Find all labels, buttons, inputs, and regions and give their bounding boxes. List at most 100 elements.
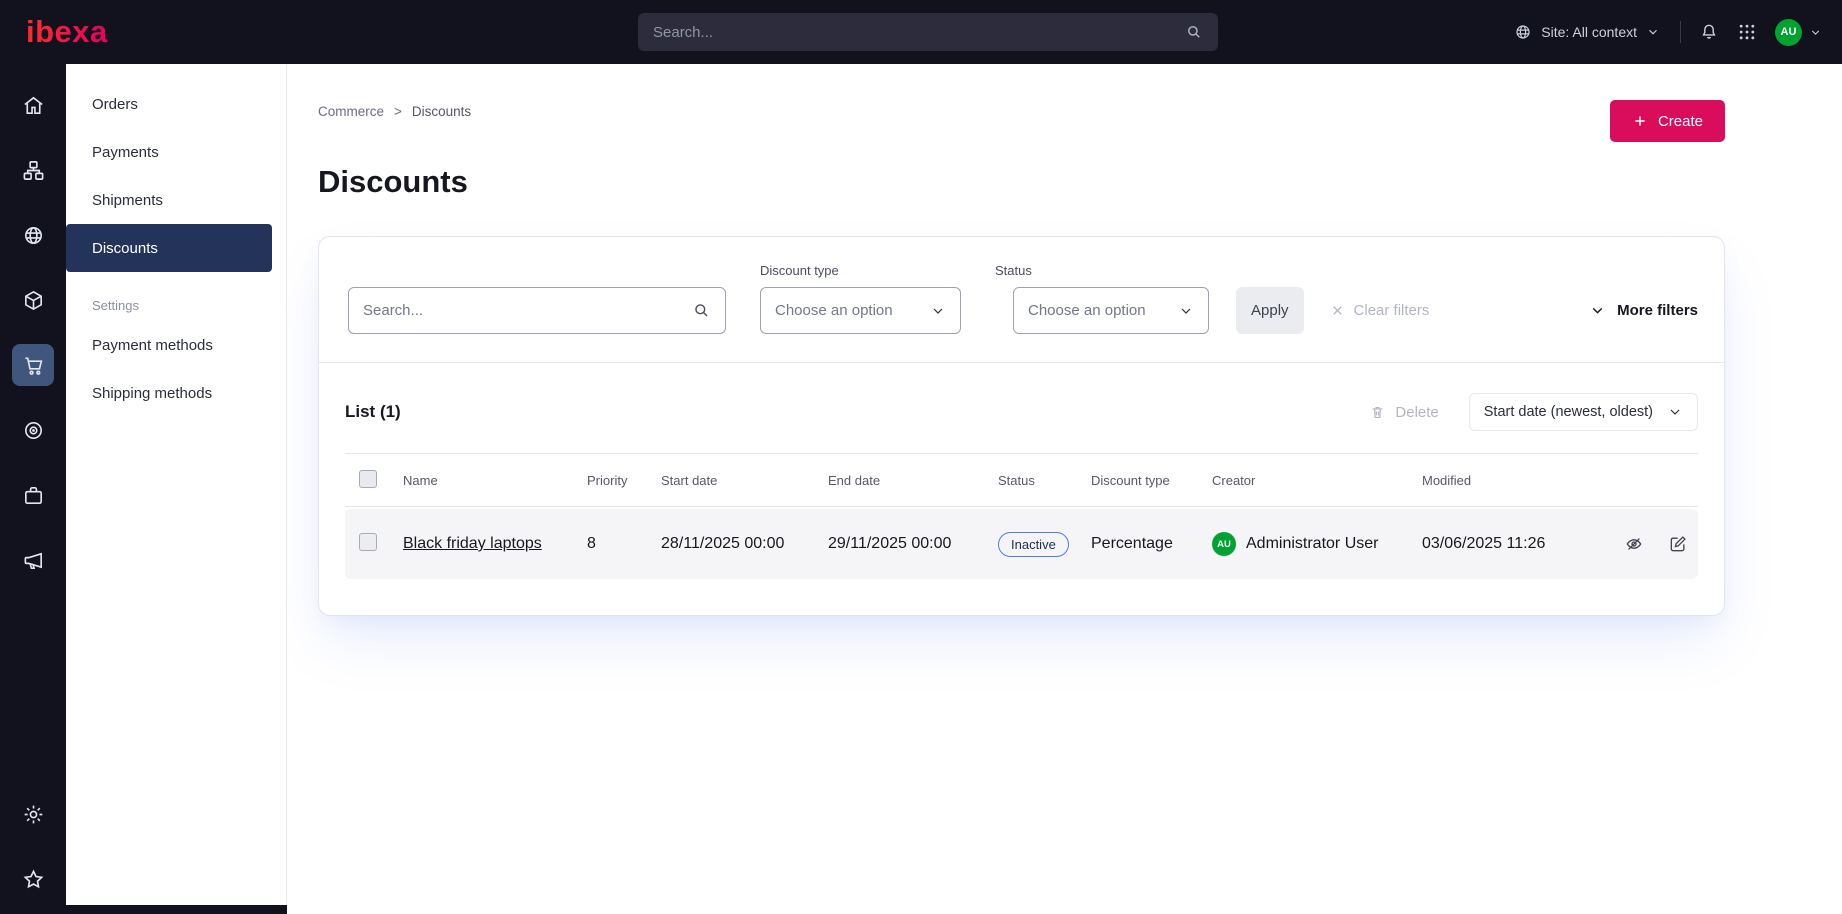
- chevron-down-icon: [1178, 303, 1194, 319]
- list-title: List (1): [345, 402, 401, 421]
- column-header-status: Status: [998, 472, 1035, 488]
- select-all-checkbox[interactable]: [359, 469, 377, 488]
- delete-button[interactable]: Delete: [1369, 403, 1439, 421]
- more-filters-label: More filters: [1617, 302, 1698, 319]
- notifications-bell-icon[interactable]: [1699, 22, 1719, 42]
- apps-grid-icon[interactable]: [1737, 22, 1757, 42]
- discount-type-label: Discount type: [760, 263, 839, 278]
- status-value: Choose an option: [1028, 302, 1146, 319]
- user-avatar: AU: [1775, 18, 1802, 46]
- plus-icon: [1632, 113, 1648, 129]
- breadcrumb-separator: >: [394, 104, 402, 119]
- column-header-discount-type: Discount type: [1091, 472, 1170, 488]
- ibexa-logo[interactable]: ibexa: [26, 14, 108, 50]
- sidebar-item-discounts[interactable]: Discounts: [66, 224, 272, 272]
- rail-item-site-structure-icon[interactable]: [12, 149, 54, 191]
- table-row: Black friday laptops 8 28/11/2025 00:00 …: [345, 509, 1698, 579]
- sidebar-item-payments[interactable]: Payments: [66, 128, 286, 176]
- discount-type-filter: Discount type Choose an option: [760, 263, 961, 334]
- clear-filters-label: Clear filters: [1353, 302, 1430, 319]
- icon-rail: [0, 64, 66, 914]
- row-actions: [1584, 534, 1698, 554]
- sidebar-item-shipments[interactable]: Shipments: [66, 176, 286, 224]
- search-icon[interactable]: [1185, 23, 1203, 41]
- filters-bar: Discount type Choose an option Status Ch…: [319, 237, 1724, 362]
- site-context-label: Site: All context: [1541, 24, 1637, 40]
- chevron-down-icon: [1809, 26, 1822, 39]
- column-header-start-date: Start date: [661, 472, 718, 488]
- edit-icon[interactable]: [1668, 534, 1688, 554]
- filter-search-input[interactable]: [363, 302, 692, 319]
- topbar: ibexa Site: All context AU: [0, 0, 1842, 64]
- column-header-end-date: End date: [828, 472, 881, 488]
- chevron-down-icon: [1589, 302, 1606, 319]
- search-icon[interactable]: [692, 301, 711, 320]
- cell-discount-type: Percentage: [1091, 535, 1173, 552]
- clear-x-icon: [1330, 303, 1345, 318]
- global-search: [638, 13, 1218, 51]
- deactivate-eye-slash-icon[interactable]: [1624, 534, 1644, 554]
- rail-item-megaphone-icon[interactable]: [12, 539, 54, 581]
- chevron-down-icon: [1646, 25, 1660, 39]
- cell-creator: AU Administrator User: [1212, 532, 1422, 556]
- topbar-right: Site: All context AU: [1514, 18, 1822, 46]
- sidebar-item-payment-methods[interactable]: Payment methods: [66, 321, 286, 369]
- apply-button[interactable]: Apply: [1236, 287, 1304, 334]
- trash-icon: [1369, 404, 1386, 421]
- rail-item-home-icon[interactable]: [12, 84, 54, 126]
- filter-search: [348, 287, 726, 334]
- discount-name-link[interactable]: Black friday laptops: [403, 535, 587, 553]
- rail-item-product-catalog-icon[interactable]: [12, 279, 54, 321]
- cell-start-date: 28/11/2025 00:00: [661, 535, 785, 552]
- more-filters-button[interactable]: More filters: [1589, 287, 1698, 334]
- topbar-divider: [1680, 21, 1681, 43]
- creator-avatar: AU: [1212, 532, 1236, 556]
- row-checkbox[interactable]: [359, 532, 377, 551]
- sidebar-item-shipping-methods[interactable]: Shipping methods: [66, 369, 286, 417]
- sort-dropdown[interactable]: Start date (newest, oldest): [1468, 393, 1698, 431]
- rail-item-briefcase-icon[interactable]: [12, 474, 54, 516]
- list-actions: Delete Start date (newest, oldest): [1369, 393, 1698, 431]
- status-label: Status: [995, 263, 1032, 278]
- discount-type-select[interactable]: Choose an option: [760, 287, 961, 334]
- column-header-modified: Modified: [1422, 472, 1472, 488]
- viewport-bottom-edge: [0, 905, 287, 914]
- globe-icon: [1514, 23, 1532, 41]
- clear-filters-button[interactable]: Clear filters: [1330, 287, 1430, 334]
- rail-item-settings-gear-icon[interactable]: [12, 793, 54, 835]
- site-context-selector[interactable]: Site: All context: [1514, 23, 1660, 41]
- discounts-table: Name Priority Start date End date Status…: [345, 453, 1698, 579]
- rail-item-commerce-cart-icon[interactable]: [12, 344, 54, 386]
- sidebar-item-orders[interactable]: Orders: [66, 80, 286, 128]
- rail-item-globe-icon[interactable]: [12, 214, 54, 256]
- rail-item-bookmarks-star-icon[interactable]: [12, 858, 54, 900]
- column-header-priority: Priority: [587, 472, 628, 488]
- user-menu[interactable]: AU: [1775, 18, 1822, 46]
- page-title: Discounts: [318, 164, 468, 199]
- sort-dropdown-label: Start date (newest, oldest): [1483, 404, 1653, 420]
- rail-item-target-icon[interactable]: [12, 409, 54, 451]
- sidebar-section-settings: Settings: [92, 298, 139, 313]
- chevron-down-icon: [930, 303, 946, 319]
- discounts-card: Discount type Choose an option Status Ch…: [318, 236, 1725, 616]
- main-header: Commerce > Discounts Create: [318, 100, 1725, 142]
- table-header-row: Name Priority Start date End date Status…: [345, 453, 1698, 507]
- status-filter: Status Choose an option: [995, 263, 1209, 334]
- creator-name: Administrator User: [1246, 535, 1379, 552]
- create-button-label: Create: [1657, 112, 1703, 130]
- chevron-down-icon: [1667, 404, 1683, 420]
- list-header: List (1) Delete Start date (newest, olde…: [319, 363, 1724, 453]
- column-header-creator: Creator: [1212, 472, 1256, 488]
- breadcrumb-discounts[interactable]: Discounts: [412, 104, 471, 119]
- delete-button-label: Delete: [1395, 403, 1439, 421]
- cell-priority: 8: [587, 535, 596, 552]
- discount-type-value: Choose an option: [775, 302, 893, 319]
- global-search-input[interactable]: [653, 23, 1185, 41]
- main-content: Commerce > Discounts Create Discounts Di…: [287, 64, 1842, 914]
- status-select[interactable]: Choose an option: [1013, 287, 1209, 334]
- breadcrumb-commerce[interactable]: Commerce: [318, 104, 384, 119]
- cell-modified: 03/06/2025 11:26: [1422, 535, 1546, 552]
- breadcrumb: Commerce > Discounts: [318, 104, 471, 119]
- create-button[interactable]: Create: [1609, 100, 1725, 142]
- commerce-sidebar: Orders Payments Shipments Discounts Sett…: [66, 64, 287, 914]
